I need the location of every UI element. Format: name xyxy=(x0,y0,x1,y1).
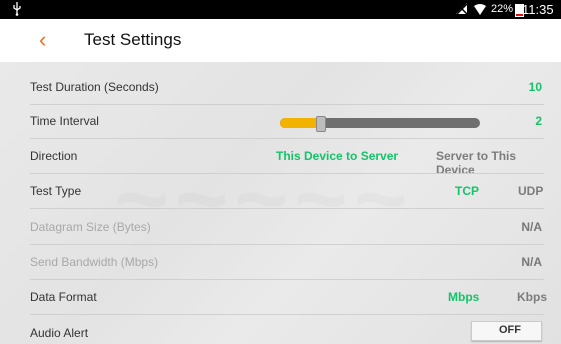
divider xyxy=(30,138,544,139)
direction-option-device-to-server[interactable]: This Device to Server xyxy=(276,149,398,163)
status-bar: 22% 11:35 AM xyxy=(0,0,561,32)
setting-row-direction: Direction This Device to Server Server t… xyxy=(30,141,544,177)
back-chevron-icon[interactable]: ‹ xyxy=(39,27,55,53)
divider xyxy=(30,104,544,105)
direction-label: Direction xyxy=(30,149,78,163)
datagram-size-label: Datagram Size (Bytes) xyxy=(30,220,151,234)
slider-fill xyxy=(280,118,320,128)
divider xyxy=(30,314,544,315)
test-type-option-tcp[interactable]: TCP xyxy=(455,184,479,198)
setting-row-time-interval: Time Interval 2 xyxy=(30,106,544,139)
setting-row-audio-alert: Audio Alert OFF xyxy=(30,318,544,344)
time-interval-slider[interactable] xyxy=(280,116,480,132)
app-bar: ‹ Test Settings xyxy=(0,19,561,62)
data-format-label: Data Format xyxy=(30,290,97,304)
datagram-size-value: N/A xyxy=(521,220,542,234)
time-interval-label: Time Interval xyxy=(30,114,99,128)
test-duration-value[interactable]: 10 xyxy=(529,80,542,94)
setting-row-send-bandwidth: Send Bandwidth (Mbps) N/A xyxy=(30,247,544,280)
time-interval-value: 2 xyxy=(535,114,542,128)
data-format-option-kbps[interactable]: Kbps xyxy=(517,290,547,304)
toggle-label: OFF xyxy=(499,324,521,336)
setting-row-data-format: Data Format Mbps Kbps xyxy=(30,282,547,315)
divider xyxy=(30,173,544,174)
usb-icon xyxy=(13,2,21,16)
no-signal-icon xyxy=(456,3,468,15)
send-bandwidth-label: Send Bandwidth (Mbps) xyxy=(30,255,159,269)
slider-thumb[interactable] xyxy=(316,116,326,132)
setting-row-datagram-size: Datagram Size (Bytes) N/A xyxy=(30,212,544,245)
page-title: Test Settings xyxy=(84,30,182,49)
divider xyxy=(30,279,544,280)
battery-percent: 22% xyxy=(491,3,514,15)
setting-row-test-duration[interactable]: Test Duration (Seconds) 10 xyxy=(30,72,544,105)
test-type-label: Test Type xyxy=(30,184,82,198)
divider xyxy=(30,244,544,245)
test-type-option-udp[interactable]: UDP xyxy=(518,184,543,198)
divider xyxy=(30,208,544,209)
data-format-option-mbps[interactable]: Mbps xyxy=(448,290,479,304)
audio-alert-toggle[interactable]: OFF xyxy=(471,321,542,341)
audio-alert-label: Audio Alert xyxy=(30,326,89,340)
setting-row-test-type: Test Type TCP UDP xyxy=(30,176,544,209)
send-bandwidth-value: N/A xyxy=(521,255,542,269)
settings-panel: ~~~~~ Test Duration (Seconds) 10 Time In… xyxy=(0,62,561,344)
test-duration-label: Test Duration (Seconds) xyxy=(30,80,159,94)
wifi-icon xyxy=(474,4,486,15)
